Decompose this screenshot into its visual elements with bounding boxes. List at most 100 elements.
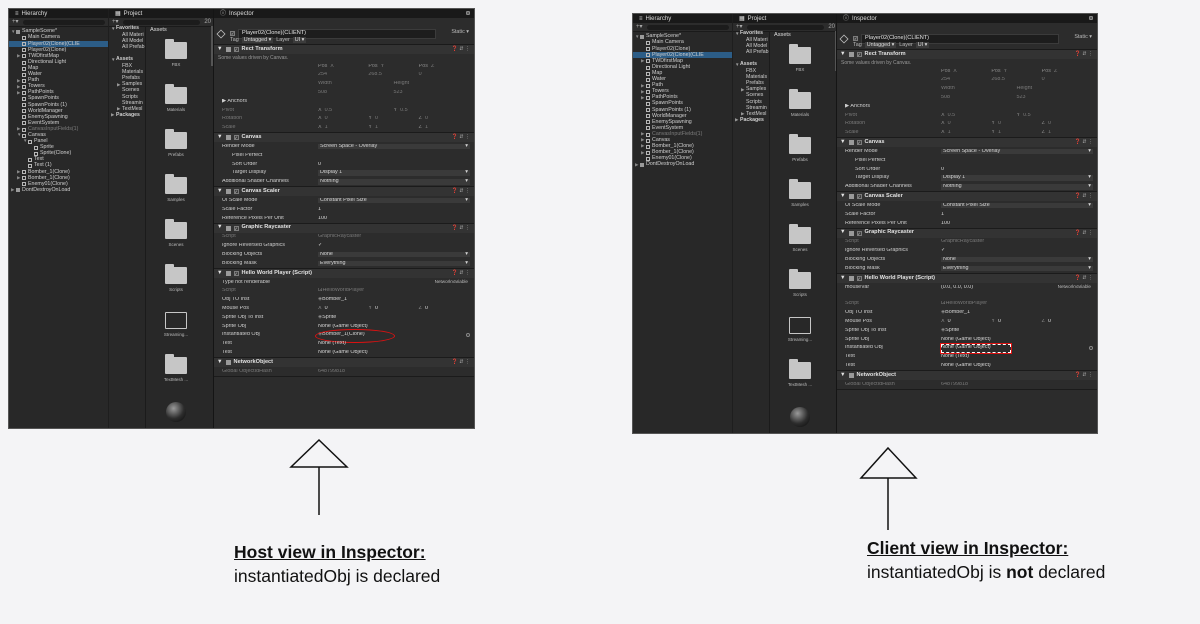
- vector-component[interactable]: X0: [318, 306, 368, 311]
- property-value[interactable]: 1: [318, 207, 474, 212]
- property-value[interactable]: X0Y0Z0: [318, 306, 474, 311]
- vector-component[interactable]: 508: [318, 90, 394, 95]
- hierarchy-tab[interactable]: ≡ Hierarchy: [9, 9, 108, 18]
- enable-checkbox[interactable]: ✓: [233, 189, 239, 195]
- foldout-icon[interactable]: ▼: [840, 139, 846, 146]
- vector-component[interactable]: Y1: [368, 125, 418, 130]
- property-value[interactable]: ◈ Sprite: [941, 328, 1097, 333]
- property-value[interactable]: ◈ Bomber_1: [318, 297, 474, 302]
- vector-component[interactable]: Width: [318, 81, 394, 86]
- enable-checkbox[interactable]: ✓: [856, 194, 862, 200]
- property-value[interactable]: None ▾: [318, 252, 470, 258]
- tag-dropdown[interactable]: Untagged ▾: [864, 42, 897, 49]
- vector-component[interactable]: Z1: [1042, 130, 1092, 135]
- property-value[interactable]: 100: [318, 216, 474, 221]
- property-value[interactable]: ◈ Sprite: [318, 315, 474, 320]
- vector-component[interactable]: Pos Z: [419, 64, 469, 69]
- assets-breadcrumb[interactable]: Assets: [774, 32, 791, 39]
- vector-component[interactable]: X1: [941, 130, 991, 135]
- asset-item[interactable]: Samples: [158, 174, 194, 203]
- vector-component[interactable]: 268.5: [368, 72, 418, 77]
- vector-component[interactable]: Y0: [991, 319, 1041, 324]
- asset-item[interactable]: Materials: [158, 84, 194, 113]
- vector-component[interactable]: Z0: [419, 306, 469, 311]
- enable-checkbox[interactable]: ✓: [856, 140, 862, 146]
- component-menu-icon[interactable]: ❓ ⇵ ⋮: [1075, 140, 1093, 145]
- property-value[interactable]: Constant Pixel Size ▾: [941, 203, 1093, 209]
- vector-component[interactable]: Pos X: [318, 64, 368, 69]
- foldout-icon[interactable]: ▼: [840, 193, 846, 200]
- property-value[interactable]: 0: [318, 162, 474, 167]
- object-picker-icon[interactable]: [466, 11, 470, 15]
- component-header[interactable]: ▼ ✓ Graphic Raycaster ❓ ⇵ ⋮: [214, 223, 474, 233]
- property-value[interactable]: None (Text): [941, 354, 1097, 359]
- vector-component[interactable]: 523: [1017, 95, 1093, 100]
- vector-component[interactable]: 508: [941, 95, 1017, 100]
- component-header[interactable]: ▼ ✓ Hello World Player (Script) ❓ ⇵ ⋮: [214, 268, 474, 278]
- asset-item[interactable]: Scripts: [158, 264, 194, 293]
- vector-component[interactable]: Height: [394, 81, 470, 86]
- add-icon[interactable]: +▾: [112, 19, 119, 25]
- property-value[interactable]: Display 1 ▾: [941, 175, 1093, 181]
- component-header[interactable]: ▼ ✓ Canvas Scaler ❓ ⇵ ⋮: [837, 192, 1097, 202]
- property-value[interactable]: ✓: [318, 243, 474, 248]
- enable-checkbox[interactable]: ✓: [233, 270, 239, 276]
- vector-component[interactable]: Z0: [419, 116, 469, 121]
- foldout-icon[interactable]: ▼: [840, 230, 846, 236]
- folder-tree-item[interactable]: ▶ Packages: [733, 117, 769, 124]
- add-icon[interactable]: +▾: [736, 24, 743, 30]
- vector-component[interactable]: X0: [941, 121, 991, 126]
- vector-component[interactable]: Width: [941, 86, 1017, 91]
- component-header[interactable]: ▼ ✓ Canvas ❓ ⇵ ⋮: [837, 138, 1097, 148]
- layer-dropdown[interactable]: UI ▾: [292, 37, 307, 44]
- foldout-icon[interactable]: ▼: [217, 359, 223, 366]
- vector-component[interactable]: X 0.5: [941, 113, 1017, 118]
- asset-item[interactable]: TextMesh ...: [782, 359, 818, 388]
- enable-checkbox[interactable]: ✓: [233, 225, 239, 231]
- property-value[interactable]: Everything ▾: [941, 265, 1093, 272]
- add-icon[interactable]: +▾: [636, 24, 643, 30]
- active-checkbox[interactable]: ✓: [230, 31, 235, 37]
- vector-component[interactable]: 523: [394, 90, 470, 95]
- foldout-icon[interactable]: ▼: [217, 270, 223, 277]
- enable-checkbox[interactable]: ✓: [856, 52, 862, 57]
- asset-item[interactable]: FBX: [782, 44, 818, 73]
- project-tab[interactable]: ▦ Project: [109, 9, 214, 18]
- hierarchy-item[interactable]: ▶ DontDestroyOnLoad: [633, 162, 732, 168]
- enable-checkbox[interactable]: ✓: [856, 275, 862, 281]
- foldout-icon[interactable]: ▼: [840, 51, 846, 58]
- asset-item[interactable]: Prefabs: [782, 134, 818, 163]
- foldout-icon[interactable]: ▼: [840, 275, 846, 282]
- vector-component[interactable]: X0: [941, 319, 991, 324]
- enable-checkbox[interactable]: ✓: [233, 47, 239, 52]
- property-value[interactable]: Screen Space - Overlay ▾: [941, 149, 1093, 155]
- vector-component[interactable]: Pos Y: [991, 69, 1041, 74]
- vector-component[interactable]: 0: [1042, 77, 1092, 82]
- asset-item[interactable]: Streaming...: [158, 312, 194, 338]
- property-value[interactable]: None (Game Object): [318, 324, 474, 329]
- foldout-icon[interactable]: ▼: [217, 225, 223, 231]
- property-value[interactable]: Display 1 ▾: [318, 170, 470, 176]
- foldout-icon[interactable]: ▼: [217, 134, 223, 141]
- property-value[interactable]: ◈ Bomber_1: [941, 310, 1097, 315]
- component-header[interactable]: ▼ ✓ Hello World Player (Script) ❓ ⇵ ⋮: [837, 273, 1097, 283]
- enable-checkbox[interactable]: ✓: [856, 230, 862, 236]
- folder-tree-item[interactable]: ▶ Packages: [109, 112, 145, 119]
- component-header[interactable]: ▼ ✓ Rect Transform ❓ ⇵ ⋮: [837, 50, 1097, 59]
- asset-item[interactable]: Prefabs: [158, 129, 194, 158]
- vector-component[interactable]: Height: [1017, 86, 1093, 91]
- vector-component[interactable]: 268.5: [991, 77, 1041, 82]
- project-search-input[interactable]: [122, 19, 201, 25]
- vector-component[interactable]: Pos X: [941, 69, 991, 74]
- component-menu-icon[interactable]: ❓ ⇵ ⋮: [1075, 373, 1093, 378]
- vector-component[interactable]: Y0: [991, 121, 1041, 126]
- asset-item[interactable]: Scenes: [782, 224, 818, 253]
- property-value[interactable]: X0Y0Z0: [941, 319, 1097, 324]
- vector-component[interactable]: 0: [419, 72, 469, 77]
- component-menu-icon[interactable]: ❓ ⇵ ⋮: [452, 135, 470, 140]
- vector-component[interactable]: X1: [318, 125, 368, 130]
- component-header[interactable]: ▼ NetworkObject ❓ ⇵ ⋮: [837, 371, 1097, 381]
- vector-component[interactable]: Y0: [368, 116, 418, 121]
- foldout-icon[interactable]: ▼: [840, 372, 846, 379]
- vector-component[interactable]: Z1: [419, 125, 469, 130]
